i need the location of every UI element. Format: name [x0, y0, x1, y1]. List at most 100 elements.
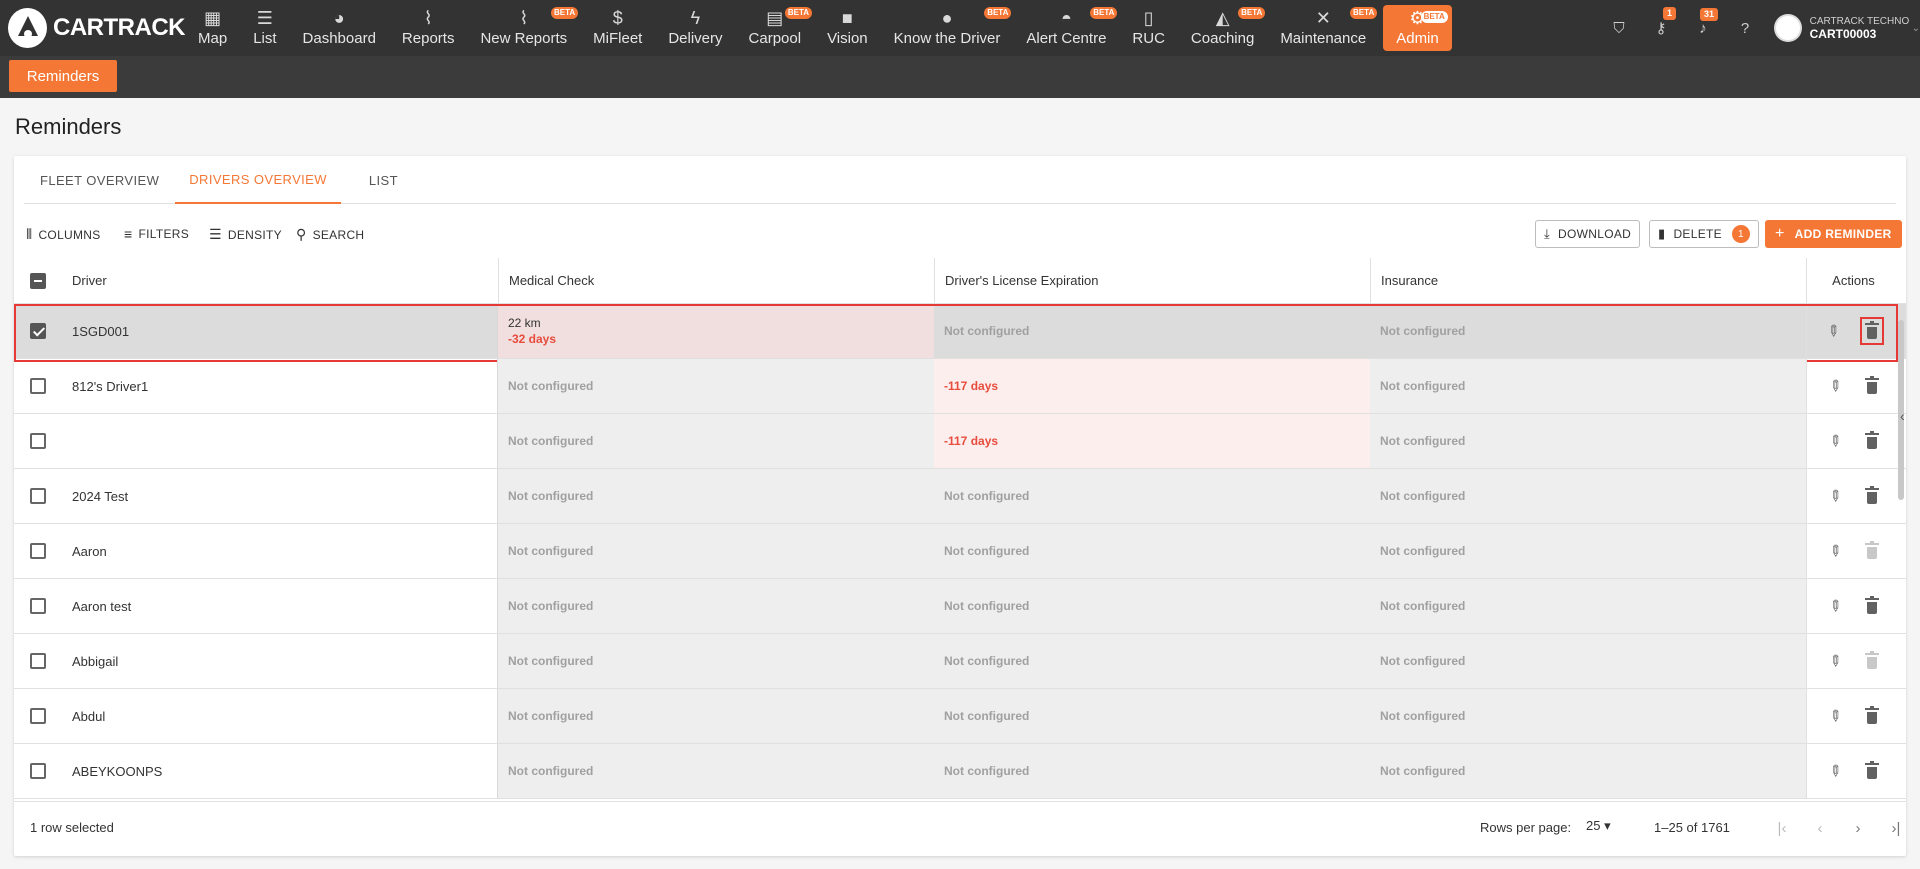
cell-driver: 2024 Test [62, 469, 498, 523]
table-row[interactable]: Not configured -117 days Not configured ✎ [14, 414, 1906, 469]
header-license-expiration[interactable]: Driver's License Expiration [934, 258, 1370, 303]
row-checkbox[interactable] [30, 708, 46, 724]
tab-fleet-overview[interactable]: FLEET OVERVIEW [24, 156, 175, 204]
row-checkbox-cell [14, 414, 62, 468]
camera-icon: ■ [841, 8, 853, 28]
nav-label: List [253, 30, 277, 47]
nav-item-alert-centre[interactable]: ◓ Alert Centre BETA [1013, 0, 1119, 56]
nav-item-new-reports[interactable]: ⌇ New Reports BETA [467, 0, 580, 56]
table-row[interactable]: Aaron test Not configured Not configured No… [14, 579, 1906, 634]
density-button[interactable]: ☰ DENSITY [209, 226, 282, 243]
tab-list[interactable]: LIST [341, 156, 426, 204]
nav-item-coaching[interactable]: ◭ Coaching BETA [1178, 0, 1267, 56]
nav-item-know-the-driver[interactable]: ● Know the Driver BETA [881, 0, 1014, 56]
edit-icon[interactable]: ✎ [1825, 541, 1846, 562]
nav-item-dashboard[interactable]: ◕ Dashboard [290, 0, 389, 56]
table-row[interactable]: 812's Driver1 Not configured -117 days Not … [14, 359, 1906, 414]
nav-item-mifleet[interactable]: $ MiFleet [580, 0, 655, 56]
row-checkbox[interactable] [30, 653, 46, 669]
edit-icon[interactable]: ✎ [1825, 761, 1846, 782]
edit-icon[interactable]: ✎ [1825, 376, 1846, 397]
filters-button[interactable]: ≡ FILTERS [124, 226, 189, 242]
chevron-left-icon[interactable]: ‹ [1900, 408, 1905, 424]
row-checkbox[interactable] [30, 323, 46, 339]
delete-icon[interactable] [1862, 650, 1882, 671]
search-button[interactable]: ⚲ SEARCH [296, 226, 364, 243]
nav-item-ruc[interactable]: ▯ RUC [1119, 0, 1178, 56]
delete-icon[interactable] [1862, 595, 1882, 616]
tab-drivers-overview[interactable]: DRIVERS OVERVIEW [175, 156, 341, 204]
table-row[interactable]: Aaron Not configured Not configured Not con… [14, 524, 1906, 579]
header-insurance[interactable]: Insurance [1370, 258, 1806, 303]
edit-icon[interactable]: ✎ [1825, 706, 1846, 727]
row-checkbox[interactable] [30, 598, 46, 614]
edit-icon[interactable]: ✎ [1825, 651, 1846, 672]
nav-item-delivery[interactable]: ϟ Delivery [655, 0, 735, 56]
row-checkbox[interactable] [30, 378, 46, 394]
cell-license-expiration: Not configured [934, 689, 1370, 743]
edit-icon[interactable]: ✎ [1823, 321, 1844, 342]
license-value: Not configured [944, 654, 1030, 668]
cell-medical-check: Not configured [498, 634, 934, 688]
header-driver[interactable]: Driver [62, 258, 498, 303]
table-row[interactable]: Abbigail Not configured Not configured Not … [14, 634, 1906, 689]
nav-item-reports[interactable]: ⌇ Reports [389, 0, 468, 56]
columns-button[interactable]: ⦀ COLUMNS [26, 226, 101, 243]
row-checkbox[interactable] [30, 763, 46, 779]
brand-name: CARTRACK [53, 14, 185, 41]
row-checkbox[interactable] [30, 488, 46, 504]
nav-label: Dashboard [302, 30, 376, 47]
select-all-checkbox[interactable] [30, 272, 46, 289]
table-row[interactable]: ABEYKOONPS Not configured Not configured No… [14, 744, 1906, 799]
table-row[interactable]: 1SGD001 22 km -32 days Not configured Not co… [14, 304, 1906, 362]
shield-icon[interactable]: ⛉ [1598, 20, 1640, 37]
edit-icon[interactable]: ✎ [1825, 431, 1846, 452]
filter-icon: ≡ [124, 226, 133, 242]
delete-icon[interactable] [1862, 540, 1882, 561]
nav-label: MiFleet [593, 30, 643, 47]
nav-item-map[interactable]: ▦ Map [185, 0, 240, 56]
row-checkbox-cell [14, 304, 62, 358]
subtab-reminders[interactable]: Reminders [9, 60, 117, 92]
delete-button[interactable]: ▮ DELETE 1 [1649, 220, 1759, 248]
nav-item-admin[interactable]: ⚙ Admin BETA [1383, 5, 1452, 51]
nav-label: Maintenance [1280, 30, 1367, 47]
delete-icon[interactable] [1862, 705, 1882, 726]
nav-item-vision[interactable]: ■ Vision [814, 0, 881, 56]
cell-actions: ✎ [1806, 359, 1900, 413]
prev-page-icon[interactable]: ‹ [1806, 814, 1834, 842]
account-menu[interactable]: CARTRACK TECHNOL... CART00003 ⌄ [1774, 14, 1920, 42]
next-page-icon[interactable]: › [1844, 814, 1872, 842]
delete-icon[interactable] [1862, 485, 1882, 506]
delete-icon[interactable] [1862, 760, 1882, 781]
first-page-icon[interactable]: |‹ [1768, 814, 1796, 842]
table-row[interactable]: Abdul Not configured Not configured Not con… [14, 689, 1906, 744]
nav-item-list[interactable]: ☰ List [240, 0, 289, 56]
table-row[interactable]: 2024 Test Not configured Not configured Not… [14, 469, 1906, 524]
cell-medical-check: Not configured [498, 359, 934, 413]
last-page-icon[interactable]: ›| [1882, 814, 1910, 842]
download-button[interactable]: ⤓ DOWNLOAD [1535, 220, 1641, 248]
bell-icon[interactable]: ♪ 31 [1682, 7, 1724, 37]
cell-medical-check: Not configured [498, 579, 934, 633]
edit-icon[interactable]: ✎ [1825, 486, 1846, 507]
keys-badge: 1 [1662, 7, 1676, 20]
cell-driver: 812's Driver1 [62, 359, 498, 413]
cell-insurance: Not configured [1370, 469, 1806, 523]
delete-icon[interactable] [1859, 317, 1884, 345]
edit-icon[interactable]: ✎ [1825, 596, 1846, 617]
row-checkbox[interactable] [30, 433, 46, 449]
help-icon[interactable]: ? [1724, 20, 1766, 37]
nav-item-carpool[interactable]: ▤ Carpool BETA [736, 0, 815, 56]
rows-per-page-select[interactable]: 25 ▾ [1586, 818, 1611, 834]
row-checkbox[interactable] [30, 543, 46, 559]
new-reports-icon: ⌇ [519, 8, 529, 28]
header-medical-check[interactable]: Medical Check [498, 258, 934, 303]
add-reminder-button[interactable]: + ADD REMINDER [1765, 220, 1902, 248]
list-icon: ☰ [256, 8, 273, 28]
delete-icon[interactable] [1862, 375, 1882, 396]
delete-icon[interactable] [1862, 430, 1882, 451]
cartrack-logo[interactable]: CARTRACK [0, 8, 185, 48]
nav-item-maintenance[interactable]: ✕ Maintenance BETA [1267, 0, 1379, 56]
keys-icon[interactable]: ⚷ 1 [1640, 7, 1682, 37]
